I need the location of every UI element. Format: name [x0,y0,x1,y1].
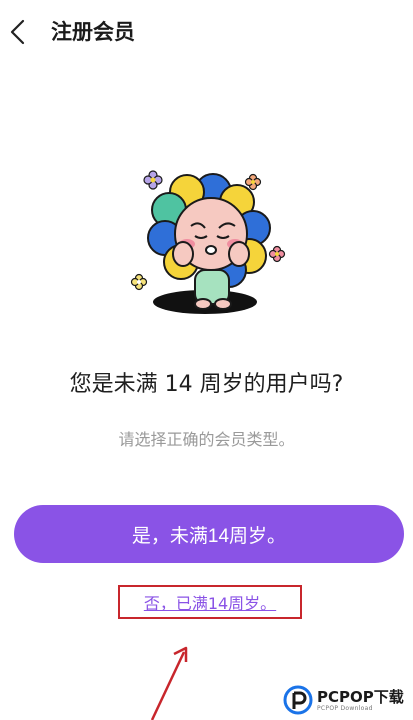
over-14-link-label: 否，已满14周岁。 [143,594,277,613]
watermark-sub: PCPOP Download [317,704,373,712]
header-bar: 注册会员 [0,0,413,64]
member-type-hint: 请选择正确的会员类型。 [118,430,295,449]
page-title: 注册会员 [51,20,135,44]
watermark: PCPOP下载 PCPOP Download [283,680,413,720]
watermark-brand: PCPOP下载 [317,687,404,706]
age-question: 您是未满 14 周岁的用户吗? [69,372,344,397]
back-button[interactable] [0,14,34,50]
chevron-left-icon [10,19,25,45]
under-14-button[interactable]: 是，未满14周岁。 [14,505,404,563]
annotation-arrow-icon [150,646,188,720]
mascot-illustration [125,162,290,322]
pcpop-logo-icon [283,685,313,715]
over-14-link[interactable]: 否，已满14周岁。 [118,585,302,619]
